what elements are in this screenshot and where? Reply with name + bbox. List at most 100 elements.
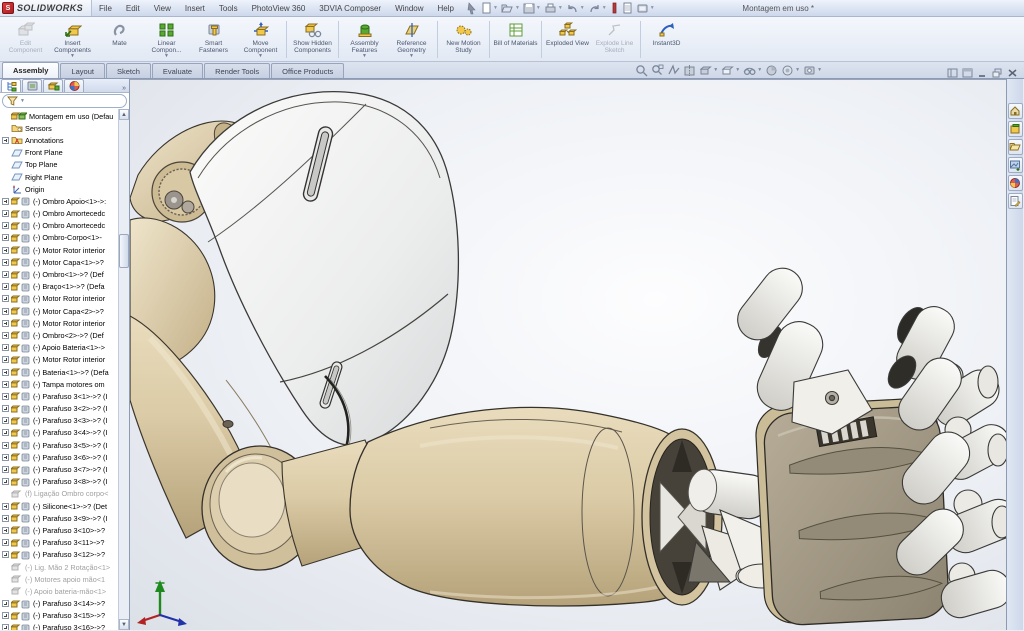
tree-item[interactable]: Sensors: [0, 122, 129, 134]
expander-plus-icon[interactable]: [2, 442, 9, 449]
menu-file[interactable]: File: [92, 0, 119, 16]
tab-layout[interactable]: Layout: [60, 63, 105, 78]
instant3d-button[interactable]: Instant3D: [643, 18, 690, 61]
options-button[interactable]: ▼: [635, 1, 656, 16]
dropdown-arrow-icon[interactable]: ▼: [558, 5, 563, 11]
dropdown-arrow-icon[interactable]: ▼: [515, 5, 520, 11]
tree-item[interactable]: (-) Parafuso 3<2>->? (I: [0, 403, 129, 415]
scroll-down-arrow[interactable]: ▼: [119, 619, 129, 630]
tree-item[interactable]: (-) Silicone<1>->? (Det: [0, 500, 129, 512]
dropdown-arrow-icon[interactable]: ▼: [493, 5, 498, 11]
expander-plus-icon[interactable]: [2, 515, 9, 522]
tree-item[interactable]: (-) Ombro Amortecedc: [0, 220, 129, 232]
tree-item[interactable]: (-) Ombro Amortecedc: [0, 208, 129, 220]
redo-button[interactable]: ▼: [587, 1, 608, 16]
previous-view-button[interactable]: [667, 64, 680, 77]
menu-edit[interactable]: Edit: [119, 0, 147, 16]
new-window-button[interactable]: [962, 68, 973, 78]
expander-plus-icon[interactable]: [2, 271, 9, 278]
expander-plus-icon[interactable]: [2, 320, 9, 327]
tree-item[interactable]: Right Plane: [0, 171, 129, 183]
expander-plus-icon[interactable]: [2, 466, 9, 473]
expander-plus-icon[interactable]: [2, 381, 9, 388]
filter-dropdown-arrow[interactable]: ▼: [20, 98, 25, 104]
expander-plus-icon[interactable]: [2, 332, 9, 339]
expander-plus-icon[interactable]: [2, 210, 9, 217]
tree-item[interactable]: (-) Tampa motores om: [0, 378, 129, 390]
expander-plus-icon[interactable]: [2, 222, 9, 229]
dropdown-arrow-icon[interactable]: ▼: [735, 67, 740, 73]
tree-item[interactable]: Montagem em uso (Defau: [0, 110, 129, 122]
show-hidden-button[interactable]: Show Hidden Components: [289, 18, 336, 61]
tree-item[interactable]: (-) Parafuso 3<16>->?: [0, 622, 129, 630]
expander-plus-icon[interactable]: [2, 369, 9, 376]
menu-photoview-360[interactable]: PhotoView 360: [245, 0, 313, 16]
solidworks-resources-tab[interactable]: [1008, 103, 1023, 119]
scroll-up-arrow[interactable]: ▲: [119, 109, 129, 120]
expander-plus-icon[interactable]: [2, 478, 9, 485]
scrollbar-thumb[interactable]: [119, 234, 129, 268]
menu-3dvia-composer[interactable]: 3DVIA Composer: [312, 0, 388, 16]
menu-view[interactable]: View: [147, 0, 178, 16]
expander-plus-icon[interactable]: [2, 247, 9, 254]
apply-scene-button[interactable]: ▼: [781, 64, 800, 77]
tree-item[interactable]: (-) Motor Rotor interior: [0, 354, 129, 366]
open-document-button[interactable]: ▼: [500, 1, 521, 16]
tree-item[interactable]: (-) Parafuso 3<11>->?: [0, 537, 129, 549]
tree-item[interactable]: AAnnotations: [0, 134, 129, 146]
tab-sketch[interactable]: Sketch: [106, 63, 151, 78]
mate-button[interactable]: Mate: [96, 18, 143, 61]
tree-item[interactable]: (-) Apoio Bateria<1>->: [0, 342, 129, 354]
expander-plus-icon[interactable]: [2, 198, 9, 205]
reference-geometry-button[interactable]: Reference Geometry▼: [388, 18, 435, 61]
dropdown-arrow-icon[interactable]: ▼: [70, 54, 75, 59]
tree-item[interactable]: (-) Ombro<1>->? (Def: [0, 268, 129, 280]
restore-button[interactable]: [992, 68, 1003, 78]
tree-item[interactable]: (-) Bateria<1>->? (Defa: [0, 366, 129, 378]
insert-components-button[interactable]: Insert Components▼: [49, 18, 96, 61]
linear-pattern-button[interactable]: Linear Compon...▼: [143, 18, 190, 61]
expander-plus-icon[interactable]: [2, 344, 9, 351]
expander-plus-icon[interactable]: [2, 356, 9, 363]
dropdown-arrow-icon[interactable]: ▼: [580, 5, 585, 11]
graphics-viewport[interactable]: [130, 79, 1006, 630]
expander-plus-icon[interactable]: [2, 429, 9, 436]
exploded-view-button[interactable]: Exploded View: [544, 18, 591, 61]
propertymanager-tab[interactable]: [22, 79, 42, 92]
expander-plus-icon[interactable]: [2, 624, 9, 630]
dropdown-arrow-icon[interactable]: ▼: [258, 54, 263, 59]
tree-item[interactable]: (-) Ombro<2>->? (Def: [0, 329, 129, 341]
tree-item[interactable]: (-) Parafuso 3<4>->? (I: [0, 427, 129, 439]
tree-item[interactable]: (-) Parafuso 3<3>->? (I: [0, 415, 129, 427]
tree-item[interactable]: (-) Braço<1>->? (Defa: [0, 281, 129, 293]
tree-item[interactable]: (-) Parafuso 3<12>->?: [0, 549, 129, 561]
expander-plus-icon[interactable]: [2, 295, 9, 302]
print-button[interactable]: ▼: [543, 1, 564, 16]
tree-item[interactable]: (-) Motor Rotor interior: [0, 317, 129, 329]
expander-plus-icon[interactable]: [2, 234, 9, 241]
tab-render-tools[interactable]: Render Tools: [204, 63, 270, 78]
rebuild-button[interactable]: [609, 1, 620, 16]
zoom-to-area-button[interactable]: [651, 64, 664, 77]
design-library-tab[interactable]: [1008, 121, 1023, 137]
new-motion-study-button[interactable]: New Motion Study: [440, 18, 487, 61]
expander-plus-icon[interactable]: [2, 551, 9, 558]
tree-item[interactable]: (-) Motor Capa<1>->?: [0, 256, 129, 268]
tree-item[interactable]: (-) Parafuso 3<10>->?: [0, 524, 129, 536]
save-button[interactable]: ▼: [522, 1, 542, 16]
featuremanager-tab[interactable]: [1, 79, 21, 92]
smart-fasteners-button[interactable]: Smart Fasteners: [190, 18, 237, 61]
close-button[interactable]: [1007, 68, 1018, 78]
expander-plus-icon[interactable]: [2, 308, 9, 315]
tree-scrollbar[interactable]: ▲ ▼: [118, 109, 129, 630]
dropdown-arrow-icon[interactable]: ▼: [602, 5, 607, 11]
expander-plus-icon[interactable]: [2, 259, 9, 266]
expander-plus-icon[interactable]: [2, 527, 9, 534]
menu-help[interactable]: Help: [431, 0, 461, 16]
tree-item[interactable]: (-) Ombro-Corpo<1>-: [0, 232, 129, 244]
tree-item[interactable]: Top Plane: [0, 159, 129, 171]
dropdown-arrow-icon[interactable]: ▼: [817, 67, 822, 73]
expander-plus-icon[interactable]: [2, 405, 9, 412]
tree-item[interactable]: (-) Parafuso 3<7>->? (I: [0, 463, 129, 475]
tree-item[interactable]: (-) Motor Rotor interior: [0, 244, 129, 256]
